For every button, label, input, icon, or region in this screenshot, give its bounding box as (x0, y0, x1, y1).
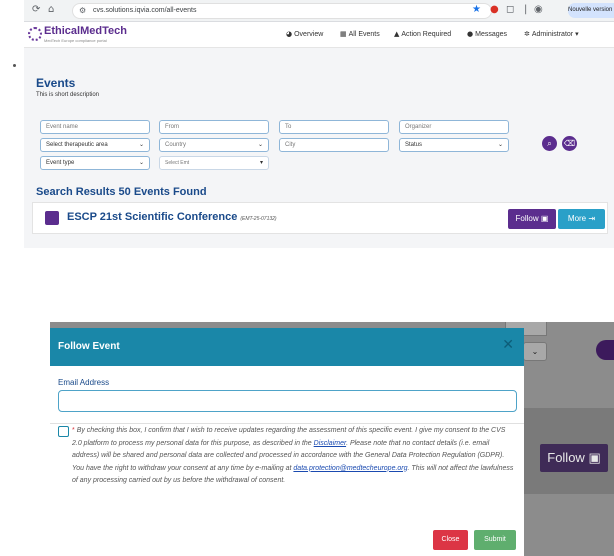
event-type-select[interactable]: Event type ⌄ (40, 156, 150, 170)
profile-icon[interactable]: ◉ (534, 4, 543, 15)
background-follow-button: Follow ▣ (540, 444, 608, 472)
home-icon[interactable]: ⌂ (48, 4, 54, 15)
search-icon: ⌕ (547, 139, 552, 148)
nav-overview[interactable]: ◕ Overview (286, 30, 323, 38)
chevron-down-icon: ⌄ (531, 347, 539, 356)
sign-out-icon: ⇥ (588, 214, 596, 223)
chrome-update-button[interactable]: Nouvelle version de Chrome (568, 3, 614, 18)
event-code: (EMT-25-07132) (240, 216, 277, 222)
chevron-down-icon: ▾ (259, 159, 263, 166)
search-button[interactable]: ⌕ (542, 136, 557, 151)
consent-text: * By checking this box, I confirm that I… (72, 427, 514, 484)
event-name-input[interactable]: Event name (40, 120, 150, 134)
close-button[interactable]: Close (433, 530, 468, 550)
chevron-down-icon: ⌄ (138, 159, 144, 166)
follow-event-modal: Follow Event ✕ Email Address * By checki… (50, 328, 524, 556)
to-date-input[interactable]: To (279, 120, 389, 134)
nav-messages[interactable]: ● Messages (467, 30, 507, 38)
bookmark-star-icon[interactable]: ★ (472, 4, 481, 15)
logo-text: EthicalMedTech (44, 25, 127, 37)
caret-down-icon: ▾ (575, 30, 579, 38)
email-field[interactable] (58, 390, 517, 412)
event-name[interactable]: ESCP 21st Scientific Conference (EMT-25-0… (67, 211, 277, 223)
disclaimer-link[interactable]: Disclaimer (314, 440, 346, 447)
chevron-down-icon: ⌄ (257, 141, 263, 148)
app-header: EthicalMedTech MedTech Europe compliance… (24, 22, 614, 48)
calendar-icon: ▦ (340, 30, 347, 38)
organizer-input[interactable]: Organizer (399, 120, 509, 134)
filter-panel: Event name From To Organizer Select ther… (32, 110, 608, 170)
reload-icon[interactable]: ⟳ (32, 4, 40, 15)
nav-administrator[interactable]: ✲ Administrator ▾ (524, 30, 581, 38)
from-date-input[interactable]: From (159, 120, 269, 134)
chat-icon: ● (467, 30, 474, 38)
warning-icon: ▲ (394, 30, 400, 38)
background-select: ⌄ (523, 342, 547, 361)
browser-toolbar: ⟳ ⌂ ⚙ cvs.solutions.iqvia.com/all-events… (24, 0, 614, 22)
site-info-icon[interactable]: ⚙ (79, 6, 86, 15)
dashboard-icon: ◕ (286, 30, 293, 38)
results-title: Search Results 50 Events Found (36, 186, 207, 198)
event-color-tag (45, 211, 59, 225)
therapeutic-area-select[interactable]: Select therapeutic area ⌄ (40, 138, 150, 152)
nav-action-required[interactable]: ▲ Action Required (394, 30, 451, 38)
select-emt-select[interactable]: Select Emt ▾ (159, 156, 269, 170)
more-button[interactable]: More ⇥ (558, 209, 605, 229)
email-label: Email Address (58, 378, 110, 387)
gear-icon: ✲ (524, 30, 530, 38)
rss-icon: ▣ (588, 450, 601, 465)
reset-button[interactable]: ⌫ (562, 136, 577, 151)
consent-checkbox[interactable] (58, 426, 69, 437)
chevron-down-icon: ⌄ (497, 141, 503, 148)
follow-button[interactable]: Follow ▣ (508, 209, 556, 229)
address-bar[interactable]: ⚙ cvs.solutions.iqvia.com/all-events (72, 3, 492, 19)
event-row: ESCP 21st Scientific Conference (EMT-25-0… (32, 202, 608, 234)
page-title: Events (36, 76, 76, 90)
rss-icon: ▣ (540, 214, 549, 223)
nav-all-events[interactable]: ▦ All Events (340, 30, 380, 38)
logo-subtitle: MedTech Europe compliance portal (44, 38, 107, 43)
url-text: cvs.solutions.iqvia.com/all-events (93, 7, 197, 14)
modal-title: Follow Event (58, 341, 120, 352)
background-search-button (596, 340, 614, 360)
divider (50, 423, 524, 424)
stray-mark (13, 64, 16, 67)
page-description: This is short description (36, 92, 100, 98)
chevron-down-icon: ⌄ (138, 141, 144, 148)
extension-icon[interactable]: ● (490, 4, 499, 15)
country-select[interactable]: Country ⌄ (159, 138, 269, 152)
status-select[interactable]: Status ⌄ (399, 138, 509, 152)
data-protection-email-link[interactable]: data.protection@medtecheurope.org (293, 465, 407, 472)
separator-icon: | (524, 4, 528, 15)
submit-button[interactable]: Submit (474, 530, 516, 550)
extensions-puzzle-icon[interactable]: ◻ (506, 4, 514, 15)
city-input[interactable]: City (279, 138, 389, 152)
main-content: Events This is short description Event n… (24, 48, 614, 248)
close-icon[interactable]: ✕ (502, 337, 514, 353)
modal-header: Follow Event ✕ (50, 328, 524, 366)
logo-icon (28, 27, 42, 41)
eraser-icon: ⌫ (563, 139, 576, 148)
